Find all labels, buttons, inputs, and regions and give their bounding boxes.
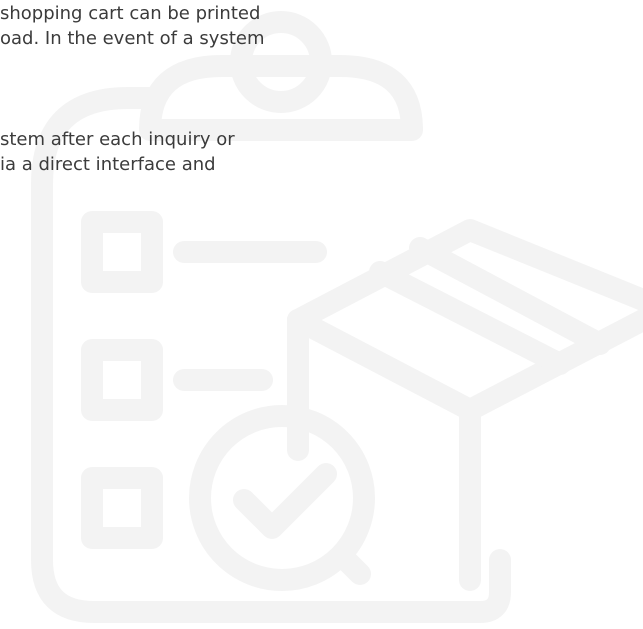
clipboard-checklist-icon bbox=[31, 11, 643, 623]
text-paragraph-1: shopping cart can be printed oad. In the… bbox=[0, 1, 265, 51]
text-line: shopping cart can be printed bbox=[0, 3, 261, 24]
text-line: stem after each inquiry or bbox=[0, 129, 235, 150]
text-line: oad. In the event of a system bbox=[0, 28, 265, 49]
text-line: ia a direct interface and bbox=[0, 154, 216, 175]
text-paragraph-2: stem after each inquiry or ia a direct i… bbox=[0, 127, 235, 177]
